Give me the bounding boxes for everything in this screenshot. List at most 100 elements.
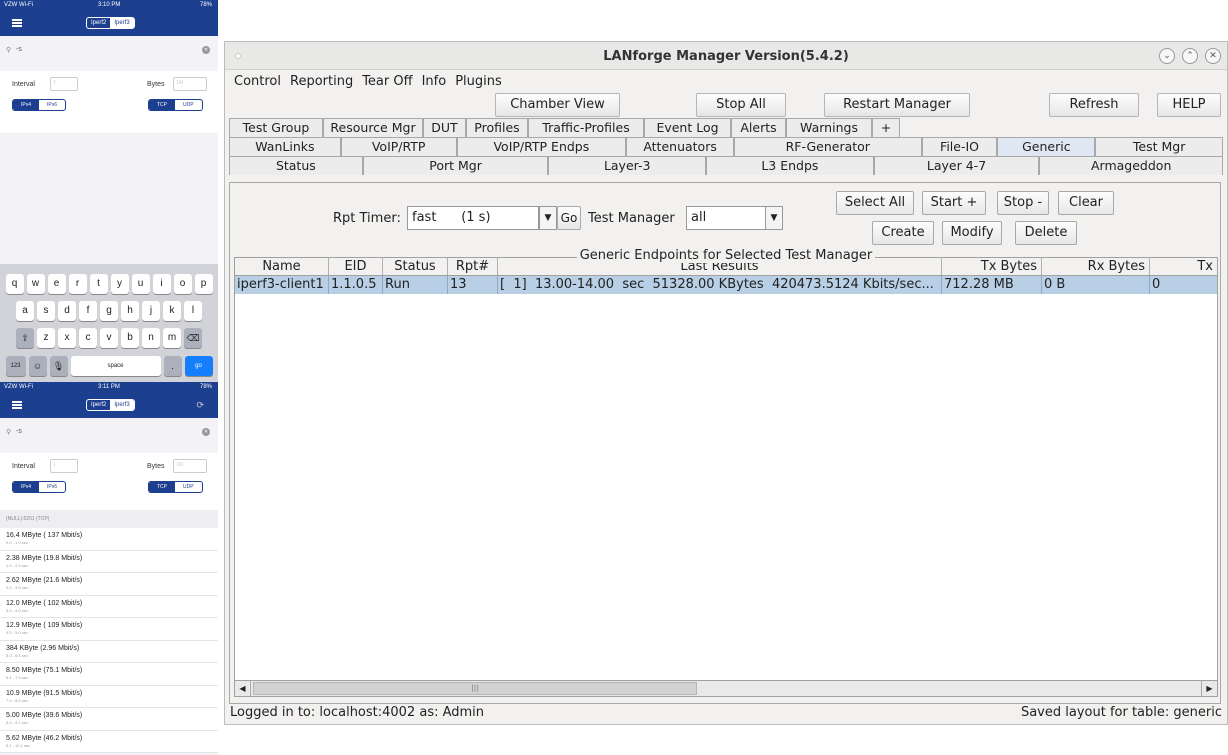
tab-l3-endps[interactable]: L3 Endps: [706, 156, 874, 175]
search-input[interactable]: -s: [16, 428, 22, 435]
key-j[interactable]: j: [142, 301, 160, 321]
menu-icon[interactable]: [12, 401, 22, 409]
bytes-field[interactable]: 1M: [173, 459, 207, 473]
key-n[interactable]: n: [142, 328, 160, 348]
tab-add[interactable]: +: [872, 118, 900, 137]
search-bar[interactable]: ⚲ -s ✕: [0, 421, 218, 445]
menu-icon[interactable]: [12, 19, 22, 27]
test-manager-dropdown-icon[interactable]: ▼: [765, 206, 783, 230]
horizontal-scrollbar[interactable]: ◀ ||| ▶: [235, 680, 1217, 696]
search-input[interactable]: -s: [16, 46, 22, 53]
protocol-segment[interactable]: TCP UDP: [148, 481, 203, 493]
stop-all-button[interactable]: Stop All: [696, 93, 786, 117]
key-t[interactable]: t: [89, 274, 108, 294]
bytes-field[interactable]: 1M: [173, 77, 207, 91]
menu-plugins[interactable]: Plugins: [455, 74, 502, 89]
tab-resource-mgr[interactable]: Resource Mgr: [323, 118, 423, 137]
seg-iperf3[interactable]: Iperf3: [110, 400, 134, 410]
restart-manager-button[interactable]: Restart Manager: [824, 93, 970, 117]
tab-test-mgr[interactable]: Test Mgr: [1095, 137, 1223, 156]
seg-ipv4[interactable]: IPv4: [13, 100, 40, 110]
microphone-icon[interactable]: 🎙: [49, 356, 68, 376]
seg-udp[interactable]: UDP: [175, 482, 202, 492]
tab-event-log[interactable]: Event Log: [644, 118, 731, 137]
clear-icon[interactable]: ✕: [202, 46, 210, 54]
backspace-key[interactable]: ⌫: [184, 328, 202, 348]
tab-traffic-profiles[interactable]: Traffic-Profiles: [528, 118, 644, 137]
key-z[interactable]: z: [37, 328, 55, 348]
key-b[interactable]: b: [121, 328, 139, 348]
test-manager-field[interactable]: all: [686, 206, 766, 230]
minimize-icon[interactable]: ⌄: [1159, 48, 1175, 64]
chamber-view-button[interactable]: Chamber View: [495, 93, 620, 117]
numbers-key[interactable]: 123: [5, 356, 26, 376]
tab-status[interactable]: Status: [229, 156, 363, 175]
menu-control[interactable]: Control: [234, 74, 281, 89]
interval-field[interactable]: 1: [50, 459, 78, 473]
tab-generic[interactable]: Generic: [997, 137, 1096, 156]
seg-iperf2[interactable]: Iperf2: [87, 400, 110, 410]
key-k[interactable]: k: [163, 301, 181, 321]
clear-icon[interactable]: ✕: [202, 428, 210, 436]
scroll-right-icon[interactable]: ▶: [1201, 681, 1217, 696]
tab-dut[interactable]: DUT: [423, 118, 466, 137]
rpt-timer-field[interactable]: fast (1 s): [407, 206, 539, 230]
key-h[interactable]: h: [121, 301, 139, 321]
seg-tcp[interactable]: TCP: [149, 100, 175, 110]
refresh-button[interactable]: Refresh: [1049, 93, 1139, 117]
key-y[interactable]: y: [110, 274, 129, 294]
create-button[interactable]: Create: [872, 221, 934, 245]
search-bar[interactable]: ⚲ -s ✕: [0, 39, 218, 63]
key-u[interactable]: u: [131, 274, 150, 294]
seg-udp[interactable]: UDP: [175, 100, 202, 110]
key-g[interactable]: g: [100, 301, 118, 321]
maximize-icon[interactable]: ⌃: [1182, 48, 1198, 64]
key-m[interactable]: m: [163, 328, 181, 348]
key-w[interactable]: w: [26, 274, 45, 294]
iperf-version-segment[interactable]: Iperf2 Iperf3: [86, 17, 135, 29]
select-all-button[interactable]: Select All: [836, 191, 914, 215]
modify-button[interactable]: Modify: [942, 221, 1002, 245]
key-s[interactable]: s: [37, 301, 55, 321]
close-icon[interactable]: ✕: [1205, 48, 1221, 64]
seg-ipv6[interactable]: IPv6: [39, 100, 65, 110]
iperf-version-segment[interactable]: Iperf2 Iperf3: [86, 399, 135, 411]
seg-iperf3[interactable]: Iperf3: [110, 18, 134, 28]
tab-port-mgr[interactable]: Port Mgr: [362, 156, 549, 175]
tab-wanlinks[interactable]: WanLinks: [229, 137, 341, 156]
ip-version-segment[interactable]: IPv4 IPv6: [12, 99, 67, 111]
key-o[interactable]: o: [173, 274, 192, 294]
key-p[interactable]: p: [194, 274, 213, 294]
table-row[interactable]: iperf3-client1 1.1.0.5 Run 13 [ 1] 13.00…: [235, 276, 1217, 294]
key-r[interactable]: r: [68, 274, 87, 294]
help-button[interactable]: HELP: [1157, 93, 1221, 117]
interval-field[interactable]: 1: [50, 77, 78, 91]
key-l[interactable]: l: [184, 301, 202, 321]
period-key[interactable]: .: [163, 356, 182, 376]
ip-version-segment[interactable]: IPv4 IPv6: [12, 481, 67, 493]
seg-ipv4[interactable]: IPv4: [13, 482, 40, 492]
scroll-thumb[interactable]: |||: [253, 682, 697, 695]
shift-key[interactable]: ⇧: [16, 328, 34, 348]
tab-warnings[interactable]: Warnings: [786, 118, 872, 137]
tab-layer-3[interactable]: Layer-3: [548, 156, 707, 175]
menu-info[interactable]: Info: [422, 74, 447, 89]
emoji-icon[interactable]: ☺: [28, 356, 47, 376]
stop-button[interactable]: Stop -: [997, 191, 1049, 215]
menu-reporting[interactable]: Reporting: [290, 74, 353, 89]
rpt-timer-dropdown-icon[interactable]: ▼: [539, 206, 557, 230]
key-a[interactable]: a: [16, 301, 34, 321]
key-d[interactable]: d: [58, 301, 76, 321]
tab-armageddon[interactable]: Armageddon: [1039, 156, 1223, 175]
menu-tear-off[interactable]: Tear Off: [362, 74, 412, 89]
tab-voip-rtp-endps[interactable]: VoIP/RTP Endps: [456, 137, 627, 156]
tab-layer-4-7[interactable]: Layer 4-7: [873, 156, 1040, 175]
tab-alerts[interactable]: Alerts: [731, 118, 786, 137]
key-q[interactable]: q: [5, 274, 24, 294]
tab-attenuators[interactable]: Attenuators: [626, 137, 734, 156]
start-button[interactable]: Start +: [922, 191, 986, 215]
key-f[interactable]: f: [79, 301, 97, 321]
tab-test-group[interactable]: Test Group: [229, 118, 323, 137]
clear-button[interactable]: Clear: [1058, 191, 1114, 215]
scroll-left-icon[interactable]: ◀: [235, 681, 251, 696]
